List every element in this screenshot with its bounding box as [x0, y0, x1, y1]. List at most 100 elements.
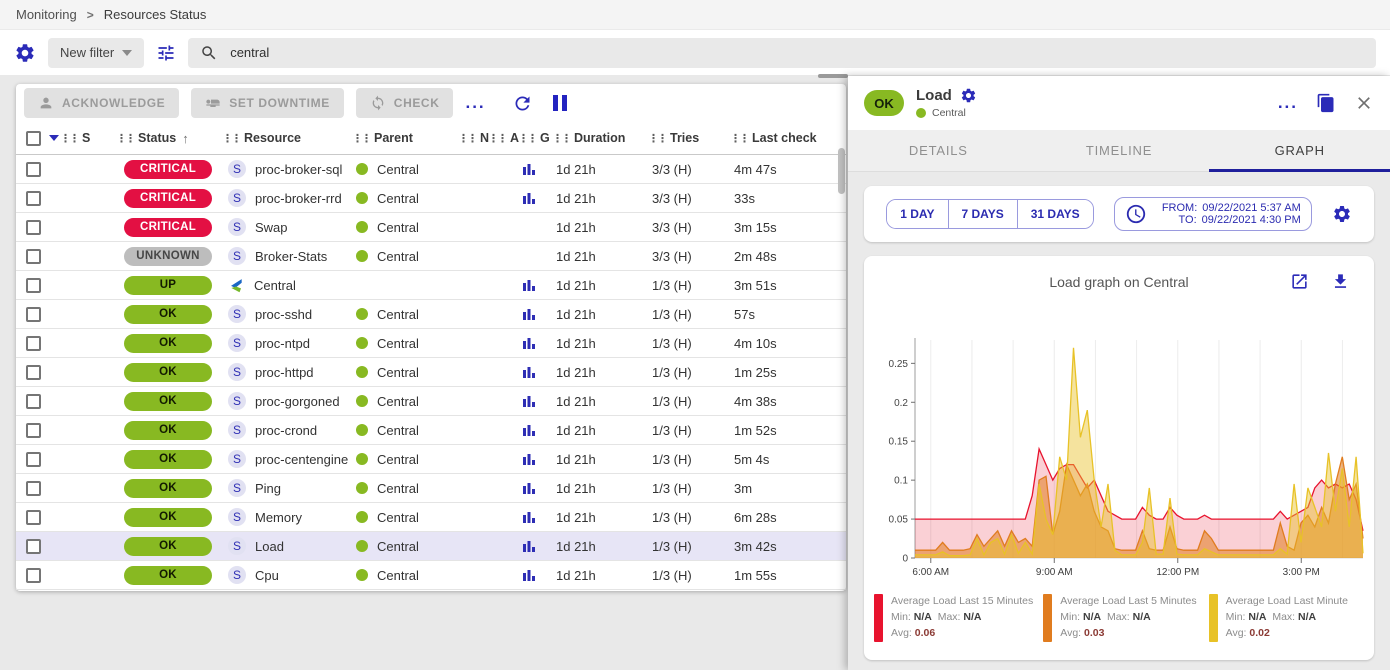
more-actions-button[interactable]: ...	[465, 98, 485, 108]
legend-item[interactable]: Average Load Last 5 Minutes Min: N/A Max…	[1043, 594, 1198, 642]
parent-cell[interactable]: Central	[352, 191, 458, 206]
breadcrumb-item-resources-status[interactable]: Resources Status	[104, 7, 207, 22]
check-button[interactable]: CHECK	[356, 88, 454, 118]
table-row[interactable]: OK S proc-centengine Central 1d 21h 1/3 …	[16, 445, 846, 474]
drag-handle-icon[interactable]: ⋮⋮	[488, 132, 506, 145]
resource-cell[interactable]: S proc-crond	[222, 421, 352, 439]
graph-options-gear-icon[interactable]	[1332, 204, 1352, 224]
table-row[interactable]: CRITICAL S proc-broker-rrd Central 1d 21…	[16, 184, 846, 213]
select-all-checkbox[interactable]	[26, 131, 41, 146]
resource-cell[interactable]: S Cpu	[222, 566, 352, 584]
resource-cell[interactable]: S Central	[222, 277, 352, 294]
resource-cell[interactable]: S proc-httpd	[222, 363, 352, 381]
parent-cell[interactable]: Central	[352, 452, 458, 467]
parent-cell[interactable]: Central	[352, 510, 458, 525]
horizontal-scrollbar-thumb[interactable]	[818, 74, 848, 78]
column-header-duration[interactable]: ⋮⋮Duration	[552, 131, 648, 145]
table-row[interactable]: OK S Memory Central 1d 21h 1/3 (H) 6m 28…	[16, 503, 846, 532]
load-chart[interactable]: 00.050.10.150.20.256:00 AM9:00 AM12:00 P…	[869, 332, 1369, 584]
table-row[interactable]: UNKNOWN S Broker-Stats Central 1d 21h 3/…	[16, 242, 846, 271]
pause-icon[interactable]	[553, 95, 567, 111]
open-in-new-icon[interactable]	[1290, 272, 1309, 291]
parent-cell[interactable]: Central	[352, 481, 458, 496]
resource-cell[interactable]: S proc-broker-rrd	[222, 189, 352, 207]
row-checkbox[interactable]	[26, 452, 41, 467]
row-checkbox[interactable]	[26, 278, 41, 293]
new-filter-dropdown[interactable]: New filter	[48, 38, 144, 68]
breadcrumb-item-monitoring[interactable]: Monitoring	[16, 7, 77, 22]
parent-cell[interactable]: Central	[352, 394, 458, 409]
parent-cell[interactable]: Central	[352, 220, 458, 235]
column-header-s[interactable]: ⋮⋮S	[60, 131, 116, 145]
download-graph-icon[interactable]	[1331, 272, 1350, 291]
drag-handle-icon[interactable]: ⋮⋮	[648, 132, 666, 145]
parent-cell[interactable]: Central	[352, 539, 458, 554]
parent-cell[interactable]: Central	[352, 423, 458, 438]
close-icon[interactable]	[1354, 93, 1374, 113]
resource-cell[interactable]: S Memory	[222, 508, 352, 526]
resource-cell[interactable]: S Load	[222, 537, 352, 555]
graph-icon[interactable]	[522, 452, 536, 466]
custom-time-period-button[interactable]: FROM:09/22/2021 5:37 AM TO:09/22/2021 4:…	[1114, 197, 1312, 231]
graph-icon[interactable]	[522, 568, 536, 582]
drag-handle-icon[interactable]: ⋮⋮	[518, 132, 536, 145]
column-header-g[interactable]: ⋮⋮G	[518, 131, 552, 145]
panel-settings-gear-icon[interactable]	[960, 87, 977, 104]
table-row[interactable]: OK S proc-ntpd Central 1d 21h 1/3 (H) 4m…	[16, 329, 846, 358]
row-checkbox[interactable]	[26, 191, 41, 206]
table-row[interactable]: UP S Central 1d 21h 1/3 (H) 3m 51s	[16, 271, 846, 300]
column-header-last-check[interactable]: ⋮⋮Last check	[730, 131, 846, 145]
row-checkbox[interactable]	[26, 510, 41, 525]
column-header-tries[interactable]: ⋮⋮Tries	[648, 131, 730, 145]
column-header-status[interactable]: ⋮⋮Status↑	[116, 131, 222, 146]
graph-icon[interactable]	[522, 423, 536, 437]
row-checkbox[interactable]	[26, 539, 41, 554]
select-dropdown-caret-icon[interactable]	[49, 135, 59, 141]
row-checkbox[interactable]	[26, 249, 41, 264]
graph-icon[interactable]	[522, 191, 536, 205]
vertical-scrollbar[interactable]	[838, 124, 845, 584]
table-row[interactable]: OK S proc-httpd Central 1d 21h 1/3 (H) 1…	[16, 358, 846, 387]
graph-icon[interactable]	[522, 162, 536, 176]
graph-icon[interactable]	[522, 510, 536, 524]
copy-link-icon[interactable]	[1316, 93, 1336, 113]
graph-icon[interactable]	[522, 481, 536, 495]
sort-ascending-icon[interactable]: ↑	[182, 131, 189, 146]
refresh-icon[interactable]	[512, 93, 533, 114]
legend-item[interactable]: Average Load Last Minute Min: N/A Max: N…	[1209, 594, 1364, 642]
row-checkbox[interactable]	[26, 481, 41, 496]
graph-icon[interactable]	[522, 307, 536, 321]
table-row[interactable]: OK S proc-gorgoned Central 1d 21h 1/3 (H…	[16, 387, 846, 416]
resource-cell[interactable]: S Ping	[222, 479, 352, 497]
column-header-n[interactable]: ⋮⋮N	[458, 131, 488, 145]
tab-details[interactable]: DETAILS	[848, 130, 1029, 171]
drag-handle-icon[interactable]: ⋮⋮	[222, 132, 240, 145]
parent-cell[interactable]: Central	[352, 568, 458, 583]
filter-settings-gear-icon[interactable]	[14, 42, 36, 64]
resource-cell[interactable]: S proc-ntpd	[222, 334, 352, 352]
row-checkbox[interactable]	[26, 394, 41, 409]
resource-cell[interactable]: S proc-gorgoned	[222, 392, 352, 410]
row-checkbox[interactable]	[26, 336, 41, 351]
parent-cell[interactable]: Central	[352, 336, 458, 351]
column-header-resource[interactable]: ⋮⋮Resource	[222, 131, 352, 145]
resource-cell[interactable]: S proc-centengine	[222, 450, 352, 468]
parent-cell[interactable]: Central	[352, 249, 458, 264]
resource-cell[interactable]: S proc-broker-sql	[222, 160, 352, 178]
row-checkbox[interactable]	[26, 568, 41, 583]
table-row[interactable]: CRITICAL S Swap Central 1d 21h 3/3 (H) 3…	[16, 213, 846, 242]
drag-handle-icon[interactable]: ⋮⋮	[116, 132, 134, 145]
tab-timeline[interactable]: TIMELINE	[1029, 130, 1210, 171]
drag-handle-icon[interactable]: ⋮⋮	[552, 132, 570, 145]
legend-item[interactable]: Average Load Last 15 Minutes Min: N/A Ma…	[874, 594, 1033, 642]
table-row[interactable]: OK S Cpu Central 1d 21h 1/3 (H) 1m 55s	[16, 561, 846, 590]
graph-icon[interactable]	[522, 394, 536, 408]
table-row[interactable]: OK S Load Central 1d 21h 1/3 (H) 3m 42s	[16, 532, 846, 561]
column-header-parent[interactable]: ⋮⋮Parent	[352, 131, 458, 145]
row-checkbox[interactable]	[26, 365, 41, 380]
parent-cell[interactable]: Central	[352, 162, 458, 177]
column-header-a[interactable]: ⋮⋮A	[488, 131, 518, 145]
parent-cell[interactable]: Central	[352, 365, 458, 380]
vertical-scrollbar-thumb[interactable]	[838, 148, 845, 194]
search-input[interactable]: central	[188, 38, 1376, 68]
